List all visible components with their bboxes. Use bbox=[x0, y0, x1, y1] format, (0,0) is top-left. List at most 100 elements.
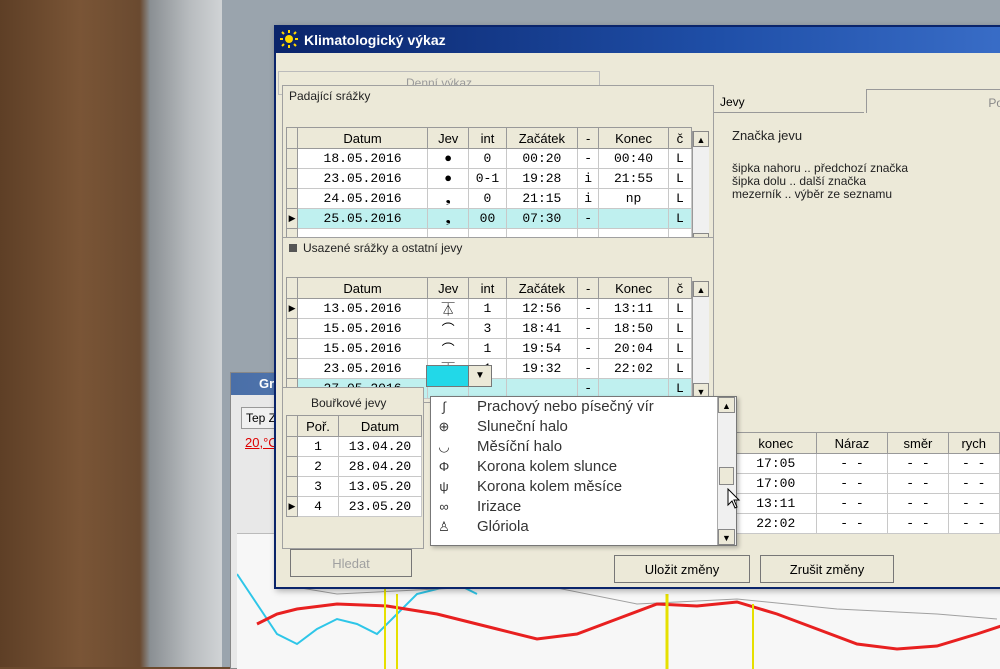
cell-int[interactable]: 1 bbox=[468, 338, 507, 359]
dropdown-scrollbar[interactable]: ▲ ▼ bbox=[717, 397, 736, 545]
scroll-up-icon[interactable]: ▲ bbox=[693, 281, 709, 297]
col-c[interactable]: č bbox=[667, 277, 693, 299]
cell-date[interactable]: 15.05.2016 bbox=[297, 338, 429, 359]
cell-c[interactable]: L bbox=[667, 188, 693, 209]
cell-jev[interactable]: ❟ bbox=[427, 188, 470, 209]
cell-n[interactable]: 3 bbox=[297, 476, 339, 497]
cell-smer[interactable]: - - bbox=[887, 453, 949, 474]
col-poradi[interactable]: Poř. bbox=[297, 415, 339, 437]
cell-int[interactable]: 0 bbox=[468, 188, 507, 209]
cell-end[interactable]: np bbox=[598, 188, 669, 209]
cell-jev[interactable]: ⌒ bbox=[427, 318, 470, 339]
cell-start[interactable]: 19:28 bbox=[505, 168, 579, 189]
list-item[interactable]: ∞ Irizace bbox=[431, 497, 736, 517]
list-item[interactable]: ♙ Glóriola bbox=[431, 517, 736, 537]
cell-end[interactable] bbox=[598, 208, 669, 229]
list-item[interactable]: ◡ Měsíční halo bbox=[431, 437, 736, 457]
tab-poz[interactable]: Poz bbox=[866, 89, 1000, 113]
table-row[interactable]: 22:02- -- -- - bbox=[735, 513, 1000, 534]
col-dash[interactable]: - bbox=[577, 277, 600, 299]
cell-naraz[interactable]: - - bbox=[815, 493, 889, 514]
cell-int[interactable]: 1 bbox=[468, 298, 507, 319]
cell-rych[interactable]: - - bbox=[947, 513, 1000, 534]
dialog-titlebar[interactable]: Klimatologický výkaz bbox=[276, 27, 1000, 53]
table-row[interactable]: 17:05- -- -- - bbox=[735, 453, 1000, 474]
col-datum[interactable]: Datum bbox=[338, 415, 422, 437]
col-datum[interactable]: Datum bbox=[297, 127, 429, 149]
table-row[interactable]: 23.05.2016 ● 0-1 19:28 i 21:55 L bbox=[285, 168, 693, 189]
cell-dash[interactable]: - bbox=[577, 318, 600, 339]
cell-c[interactable]: L bbox=[667, 358, 693, 379]
cell-date[interactable]: 24.05.2016 bbox=[297, 188, 429, 209]
cell-date[interactable]: 13.05.20 bbox=[338, 476, 422, 497]
table-row[interactable]: 15.05.2016 ⌒ 1 19:54-20:04 L bbox=[285, 338, 693, 359]
col-rych[interactable]: rych bbox=[947, 432, 1000, 454]
cell-int[interactable]: 00 bbox=[468, 208, 507, 229]
col-end[interactable]: Konec bbox=[598, 127, 669, 149]
cell-date[interactable]: 23.05.2016 bbox=[297, 358, 429, 379]
scroll-up-icon[interactable]: ▲ bbox=[693, 131, 709, 147]
cancel-changes-button[interactable]: Zrušit změny bbox=[760, 555, 894, 583]
cell-dash[interactable]: - bbox=[577, 358, 600, 379]
cell-smer[interactable]: - - bbox=[887, 473, 949, 494]
cell-naraz[interactable]: - - bbox=[815, 453, 889, 474]
cell-rych[interactable]: - - bbox=[947, 473, 1000, 494]
jev-combo-input[interactable] bbox=[426, 365, 470, 387]
list-item[interactable]: Φ Korona kolem slunce bbox=[431, 457, 736, 477]
table-row[interactable]: 17:00- -- -- - bbox=[735, 473, 1000, 494]
cell-int[interactable]: 0 bbox=[468, 148, 507, 169]
cell-end[interactable]: 22:02 bbox=[598, 358, 669, 379]
col-datum[interactable]: Datum bbox=[297, 277, 429, 299]
cell-end[interactable]: 13:11 bbox=[598, 298, 669, 319]
cell-dash[interactable]: i bbox=[577, 168, 600, 189]
col-konec[interactable]: konec bbox=[735, 432, 817, 454]
cell-end[interactable]: 17:00 bbox=[735, 473, 817, 494]
cell-date[interactable]: 23.05.20 bbox=[338, 496, 422, 517]
cell-date[interactable]: 18.05.2016 bbox=[297, 148, 429, 169]
cell-c[interactable]: L bbox=[667, 168, 693, 189]
cell-c[interactable]: L bbox=[667, 298, 693, 319]
cell-dash[interactable]: - bbox=[577, 208, 600, 229]
cell-jev[interactable]: ⏄ bbox=[427, 298, 470, 319]
col-naraz[interactable]: Náraz bbox=[815, 432, 889, 454]
cell-date[interactable]: 13.05.2016 bbox=[297, 298, 429, 319]
cell-rych[interactable]: - - bbox=[947, 493, 1000, 514]
cell-start[interactable]: 19:32 bbox=[505, 358, 579, 379]
scroll-down-icon[interactable]: ▼ bbox=[718, 529, 735, 545]
cell-int[interactable]: 3 bbox=[468, 318, 507, 339]
cell-date[interactable]: 23.05.2016 bbox=[297, 168, 429, 189]
cell-date[interactable]: 25.05.2016 bbox=[297, 208, 429, 229]
col-int[interactable]: int bbox=[468, 127, 507, 149]
cell-start[interactable]: 18:41 bbox=[505, 318, 579, 339]
table-row[interactable]: ▶ 4 23.05.20 bbox=[286, 496, 422, 517]
col-end[interactable]: Konec bbox=[598, 277, 669, 299]
col-int[interactable]: int bbox=[468, 277, 507, 299]
list-item[interactable]: ∫ Prachový nebo písečný vír bbox=[431, 397, 736, 417]
table-row[interactable]: 3 13.05.20 bbox=[286, 476, 422, 497]
cell-date[interactable]: 13.04.20 bbox=[338, 436, 422, 457]
cell-start[interactable]: 00:20 bbox=[505, 148, 579, 169]
save-changes-button[interactable]: Uložit změny bbox=[614, 555, 750, 583]
cell-c[interactable]: L bbox=[667, 148, 693, 169]
table-row[interactable]: ▶ 25.05.2016 ❟ 00 07:30- L bbox=[285, 208, 693, 229]
cell-start[interactable]: 12:56 bbox=[505, 298, 579, 319]
col-smer[interactable]: směr bbox=[887, 432, 949, 454]
table-row[interactable]: 13:11- -- -- - bbox=[735, 493, 1000, 514]
cell-end[interactable]: 18:50 bbox=[598, 318, 669, 339]
cell-date[interactable]: 28.04.20 bbox=[338, 456, 422, 477]
list-item[interactable]: ⊕ Sluneční halo bbox=[431, 417, 736, 437]
table-row[interactable]: 24.05.2016 ❟ 0 21:15 i np L bbox=[285, 188, 693, 209]
chevron-down-icon[interactable]: ▼ bbox=[468, 365, 492, 387]
cell-dash[interactable]: - bbox=[577, 298, 600, 319]
cell-int[interactable]: 0-1 bbox=[468, 168, 507, 189]
cell-date[interactable]: 15.05.2016 bbox=[297, 318, 429, 339]
cell-end[interactable]: 00:40 bbox=[598, 148, 669, 169]
cell-jev[interactable]: ❟ bbox=[427, 208, 470, 229]
table-row[interactable]: 1 13.04.20 bbox=[286, 436, 422, 457]
cell-n[interactable]: 1 bbox=[297, 436, 339, 457]
col-jev[interactable]: Jev bbox=[427, 277, 470, 299]
cell-jev[interactable]: ⌒ bbox=[427, 338, 470, 359]
settled-precip-scrollbar[interactable]: ▲ ▼ bbox=[692, 281, 709, 399]
table-row[interactable]: 18.05.2016 ● 0 00:20-00:40 L bbox=[285, 148, 693, 169]
tab-storm[interactable]: Bouřkové jevy bbox=[283, 388, 423, 413]
